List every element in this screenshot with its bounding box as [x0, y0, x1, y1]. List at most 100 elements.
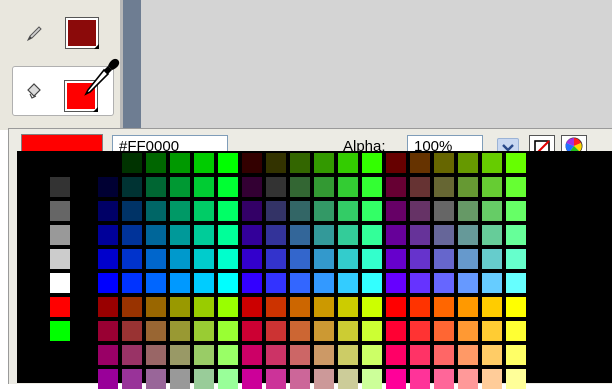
- palette-swatch[interactable]: [338, 201, 358, 221]
- palette-swatch[interactable]: [362, 225, 382, 245]
- palette-swatch[interactable]: [314, 201, 334, 221]
- palette-swatch[interactable]: [194, 225, 214, 245]
- palette-swatch[interactable]: [122, 201, 142, 221]
- palette-swatch[interactable]: [290, 345, 310, 365]
- palette-swatch[interactable]: [170, 297, 190, 317]
- palette-swatch[interactable]: [98, 297, 118, 317]
- palette-swatch[interactable]: [506, 369, 526, 389]
- palette-swatch[interactable]: [242, 225, 262, 245]
- palette-swatch[interactable]: [434, 345, 454, 365]
- palette-swatch[interactable]: [266, 273, 286, 293]
- palette-swatch[interactable]: [290, 297, 310, 317]
- palette-swatch[interactable]: [122, 153, 142, 173]
- palette-swatch[interactable]: [386, 153, 406, 173]
- stroke-color-swatch[interactable]: [65, 17, 99, 49]
- palette-swatch[interactable]: [506, 201, 526, 221]
- palette-swatch-gray[interactable]: [50, 177, 70, 197]
- palette-swatch[interactable]: [98, 225, 118, 245]
- palette-swatch[interactable]: [218, 321, 238, 341]
- palette-swatch[interactable]: [434, 297, 454, 317]
- palette-swatch[interactable]: [170, 177, 190, 197]
- palette-swatch[interactable]: [434, 177, 454, 197]
- palette-swatch[interactable]: [242, 177, 262, 197]
- palette-swatch[interactable]: [242, 249, 262, 269]
- palette-swatch[interactable]: [482, 321, 502, 341]
- palette-swatch[interactable]: [314, 297, 334, 317]
- palette-swatch[interactable]: [338, 225, 358, 245]
- palette-swatch[interactable]: [122, 249, 142, 269]
- palette-swatch[interactable]: [122, 321, 142, 341]
- palette-swatch[interactable]: [242, 321, 262, 341]
- palette-swatch-gray[interactable]: [50, 249, 70, 269]
- palette-swatch[interactable]: [362, 369, 382, 389]
- palette-swatch[interactable]: [434, 273, 454, 293]
- palette-swatch[interactable]: [218, 249, 238, 269]
- palette-swatch[interactable]: [242, 273, 262, 293]
- palette-swatch[interactable]: [410, 345, 430, 365]
- palette-swatch[interactable]: [482, 369, 502, 389]
- palette-swatch[interactable]: [290, 201, 310, 221]
- palette-swatch[interactable]: [362, 249, 382, 269]
- palette-swatch[interactable]: [170, 345, 190, 365]
- palette-swatch[interactable]: [218, 297, 238, 317]
- palette-swatch[interactable]: [362, 297, 382, 317]
- palette-swatch[interactable]: [242, 369, 262, 389]
- palette-swatch[interactable]: [266, 153, 286, 173]
- palette-swatch[interactable]: [314, 225, 334, 245]
- palette-swatch[interactable]: [434, 153, 454, 173]
- palette-swatch[interactable]: [242, 297, 262, 317]
- palette-swatch[interactable]: [290, 153, 310, 173]
- palette-swatch[interactable]: [146, 153, 166, 173]
- palette-swatch[interactable]: [146, 201, 166, 221]
- palette-swatch[interactable]: [506, 297, 526, 317]
- palette-swatch[interactable]: [170, 321, 190, 341]
- palette-swatch[interactable]: [506, 345, 526, 365]
- palette-swatch[interactable]: [506, 225, 526, 245]
- palette-swatch[interactable]: [482, 153, 502, 173]
- palette-swatch[interactable]: [434, 201, 454, 221]
- palette-swatch[interactable]: [386, 321, 406, 341]
- palette-swatch[interactable]: [338, 249, 358, 269]
- palette-swatch[interactable]: [98, 369, 118, 389]
- palette-swatch[interactable]: [410, 297, 430, 317]
- palette-swatch[interactable]: [266, 201, 286, 221]
- palette-swatch[interactable]: [266, 249, 286, 269]
- palette-swatch[interactable]: [458, 321, 478, 341]
- palette-swatch[interactable]: [122, 297, 142, 317]
- palette-swatch[interactable]: [434, 249, 454, 269]
- palette-swatch[interactable]: [338, 369, 358, 389]
- palette-swatch[interactable]: [458, 369, 478, 389]
- palette-swatch-gray[interactable]: [50, 297, 70, 317]
- palette-swatch[interactable]: [386, 177, 406, 197]
- palette-swatch[interactable]: [386, 345, 406, 365]
- palette-swatch[interactable]: [242, 345, 262, 365]
- palette-swatch[interactable]: [338, 177, 358, 197]
- palette-swatch[interactable]: [146, 177, 166, 197]
- palette-swatch[interactable]: [434, 321, 454, 341]
- palette-swatch[interactable]: [506, 177, 526, 197]
- palette-swatch-gray[interactable]: [50, 153, 70, 173]
- palette-swatch[interactable]: [482, 249, 502, 269]
- palette-swatch-gray[interactable]: [50, 201, 70, 221]
- palette-swatch[interactable]: [146, 345, 166, 365]
- palette-swatch[interactable]: [194, 297, 214, 317]
- palette-swatch[interactable]: [242, 201, 262, 221]
- palette-swatch[interactable]: [290, 273, 310, 293]
- palette-swatch[interactable]: [458, 273, 478, 293]
- palette-swatch[interactable]: [338, 345, 358, 365]
- palette-swatch[interactable]: [362, 273, 382, 293]
- palette-swatch[interactable]: [482, 201, 502, 221]
- palette-swatch[interactable]: [410, 225, 430, 245]
- palette-swatch[interactable]: [98, 321, 118, 341]
- palette-swatch[interactable]: [266, 297, 286, 317]
- palette-swatch[interactable]: [338, 321, 358, 341]
- palette-swatch[interactable]: [266, 225, 286, 245]
- palette-swatch[interactable]: [410, 249, 430, 269]
- palette-swatch[interactable]: [98, 345, 118, 365]
- palette-swatch[interactable]: [506, 153, 526, 173]
- palette-swatch[interactable]: [146, 273, 166, 293]
- palette-swatch[interactable]: [266, 177, 286, 197]
- palette-swatch[interactable]: [410, 153, 430, 173]
- palette-swatch[interactable]: [482, 177, 502, 197]
- palette-swatch[interactable]: [386, 225, 406, 245]
